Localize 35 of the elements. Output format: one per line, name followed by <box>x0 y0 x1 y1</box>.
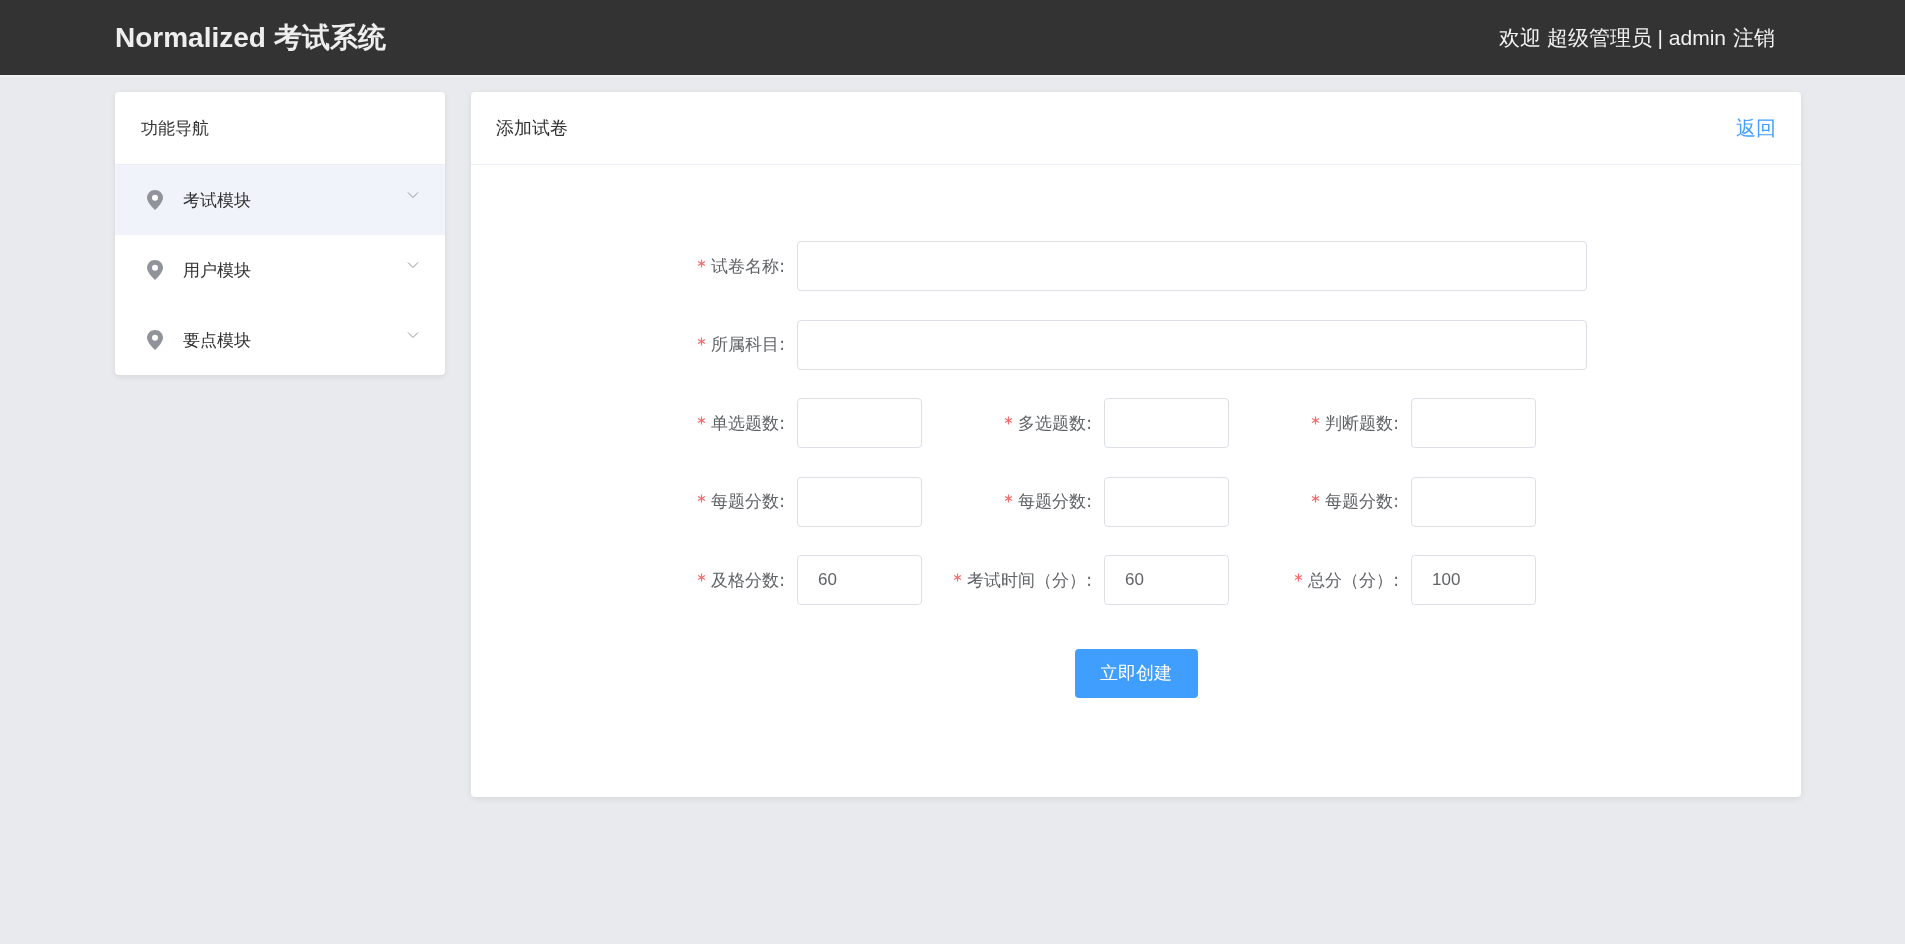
field-label: 所属科目: <box>711 333 785 356</box>
chevron-down-icon <box>407 261 419 269</box>
input-field[interactable] <box>1104 476 1229 527</box>
sidebar-menu-item[interactable]: 用户模块 <box>115 235 445 305</box>
input-field[interactable] <box>1411 398 1536 448</box>
field-label: 总分（分）: <box>1308 568 1399 592</box>
field-label: 判断题数: <box>1325 411 1399 435</box>
logout-link[interactable]: 注销 <box>1733 23 1775 52</box>
location-pin-icon <box>147 260 163 280</box>
panel-title: 添加试卷 <box>496 116 568 140</box>
field-label: 单选题数: <box>711 411 785 435</box>
input-field[interactable]: 60 <box>1104 555 1229 605</box>
field-label: 每题分数: <box>1018 490 1092 513</box>
sidebar-menu-item[interactable]: 要点模块 <box>115 305 445 375</box>
input-field[interactable] <box>797 241 1587 291</box>
location-pin-icon <box>147 190 163 210</box>
chevron-down-icon <box>407 331 419 339</box>
location-pin-icon <box>147 330 163 350</box>
input-field[interactable] <box>1104 398 1229 448</box>
input-field[interactable] <box>797 319 1587 370</box>
chevron-down-icon <box>407 191 419 199</box>
field-label: 考试时间（分）: <box>967 568 1092 592</box>
sidebar-menu-item[interactable]: 考试模块 <box>115 165 445 235</box>
app-title: Normalized 考试系统 <box>115 20 386 55</box>
input-field[interactable] <box>797 398 922 448</box>
input-field[interactable] <box>797 476 922 527</box>
welcome-text: 欢迎 超级管理员 | admin <box>1498 24 1726 51</box>
field-label: 试卷名称: <box>711 254 785 278</box>
field-label: 多选题数: <box>1018 411 1092 435</box>
input-field[interactable] <box>1411 476 1536 527</box>
field-label: 每题分数: <box>711 490 785 513</box>
input-field[interactable]: 100 <box>1411 555 1536 605</box>
field-label: 每题分数: <box>1325 490 1399 513</box>
input-field[interactable]: 60 <box>797 555 922 605</box>
field-label: 及格分数: <box>711 568 785 592</box>
